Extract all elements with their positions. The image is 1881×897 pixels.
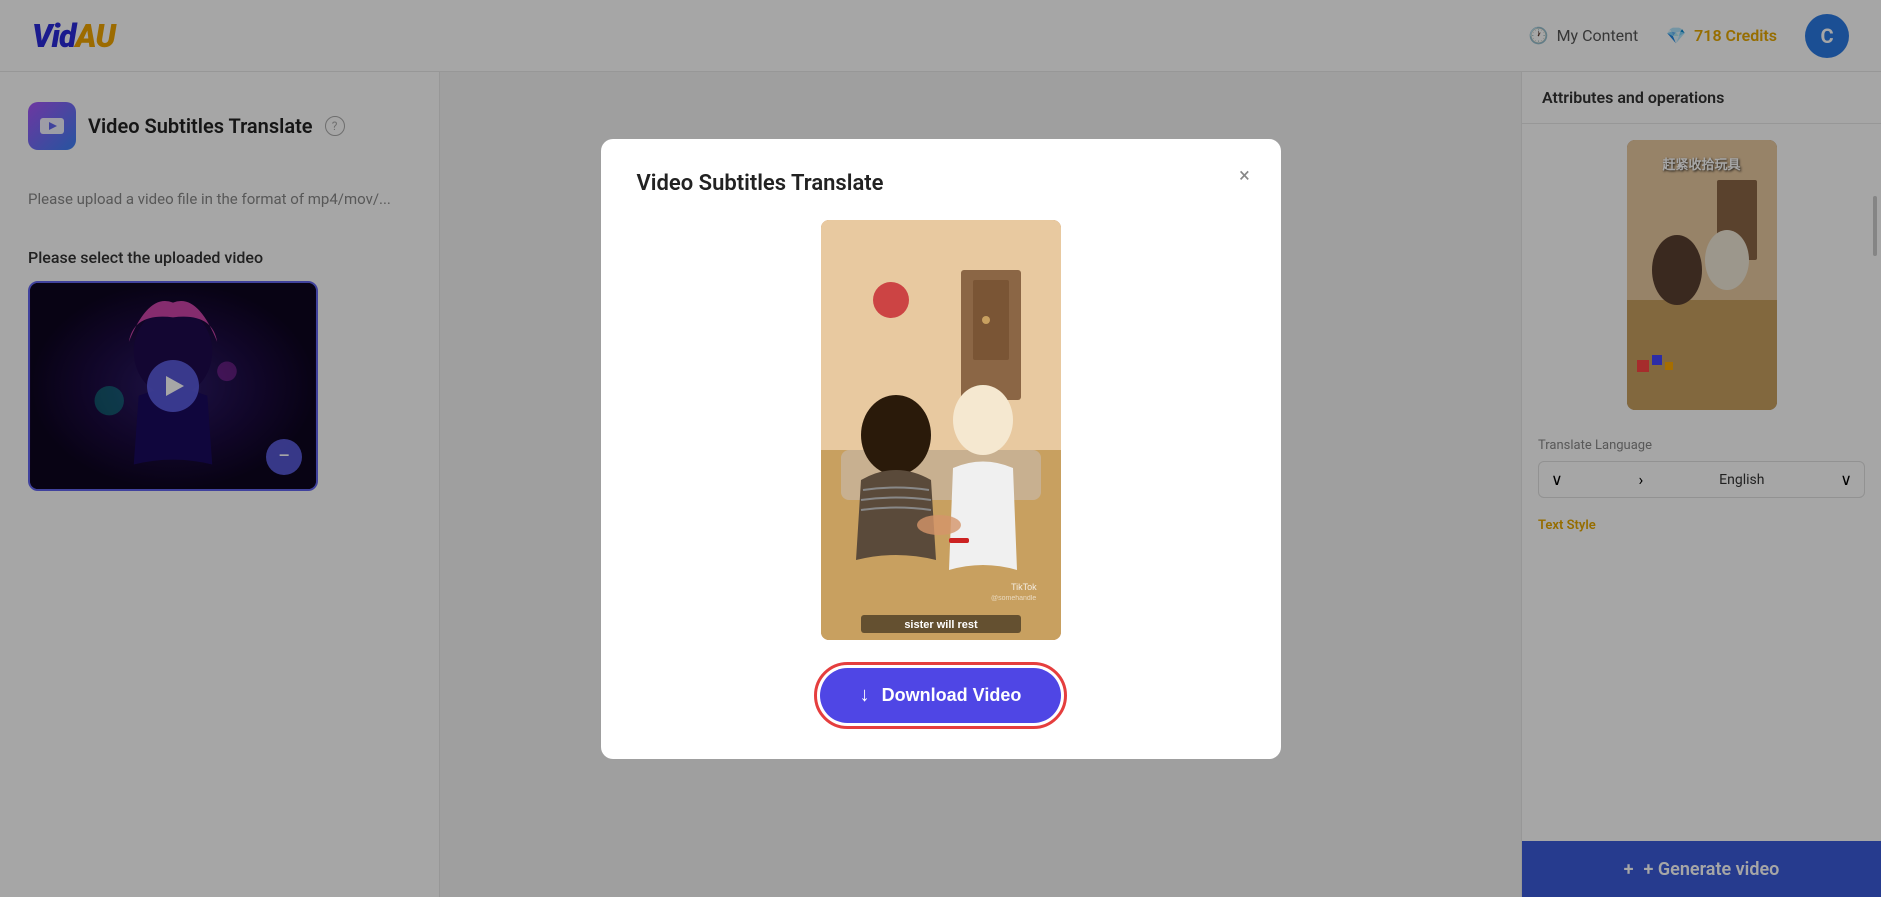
modal-overlay[interactable]: Video Subtitles Translate ×: [0, 0, 1881, 897]
modal-dialog: Video Subtitles Translate ×: [601, 139, 1281, 759]
modal-title: Video Subtitles Translate: [637, 171, 884, 196]
modal-close-button[interactable]: ×: [1229, 159, 1261, 191]
download-button-label: Download Video: [882, 685, 1022, 706]
svg-text:@somehandle: @somehandle: [991, 595, 1036, 602]
download-icon: ↓: [860, 684, 870, 707]
svg-text:sister will rest: sister will rest: [904, 619, 978, 631]
modal-video-preview: TikTok @somehandle sister will rest: [821, 220, 1061, 640]
download-video-button[interactable]: ↓ Download Video: [820, 668, 1062, 723]
close-icon: ×: [1239, 163, 1250, 187]
svg-text:TikTok: TikTok: [1011, 582, 1037, 592]
